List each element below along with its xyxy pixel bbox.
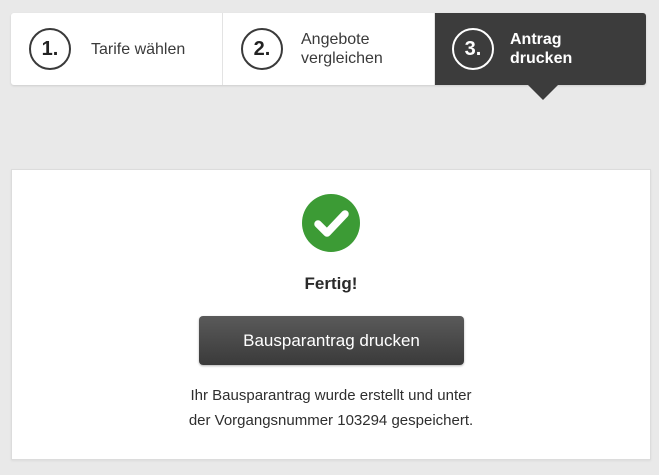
- step-number-3: 3.: [452, 28, 494, 70]
- step-label: Angebote vergleichen: [301, 30, 383, 68]
- step-angebote-vergleichen[interactable]: 2. Angebote vergleichen: [223, 13, 435, 85]
- confirmation-message: Ihr Bausparantrag wurde erstellt und unt…: [12, 383, 650, 433]
- step-label: Tarife wählen: [91, 40, 185, 59]
- step-label: Antrag drucken: [510, 30, 572, 68]
- step-number-2: 2.: [241, 28, 283, 70]
- step-antrag-drucken-active: 3. Antrag drucken: [435, 13, 646, 100]
- step-label-line: vergleichen: [301, 50, 383, 67]
- step-label-line: Angebote: [301, 31, 370, 48]
- step-tarife-waehlen[interactable]: 1. Tarife wählen: [11, 13, 223, 85]
- result-card: Fertig! Bausparantrag drucken Ihr Bauspa…: [11, 169, 651, 460]
- step-label-line: Antrag: [510, 31, 562, 48]
- step-label-line: Tarife wählen: [91, 40, 186, 58]
- print-application-button[interactable]: Bausparantrag drucken: [199, 316, 464, 365]
- step-number-1: 1.: [29, 28, 71, 70]
- message-line: Ihr Bausparantrag wurde erstellt und unt…: [190, 387, 472, 404]
- done-title: Fertig!: [304, 274, 358, 293]
- step-label-line: drucken: [510, 50, 573, 67]
- active-step-pointer: [528, 85, 558, 100]
- message-line: der Vorgangsnummer 103294 gespeichert.: [188, 412, 474, 429]
- page: 1. Tarife wählen 2. Angebote vergleichen…: [0, 0, 659, 475]
- check-circle-icon: [302, 194, 360, 252]
- progress-stepper: 1. Tarife wählen 2. Angebote vergleichen…: [11, 13, 646, 100]
